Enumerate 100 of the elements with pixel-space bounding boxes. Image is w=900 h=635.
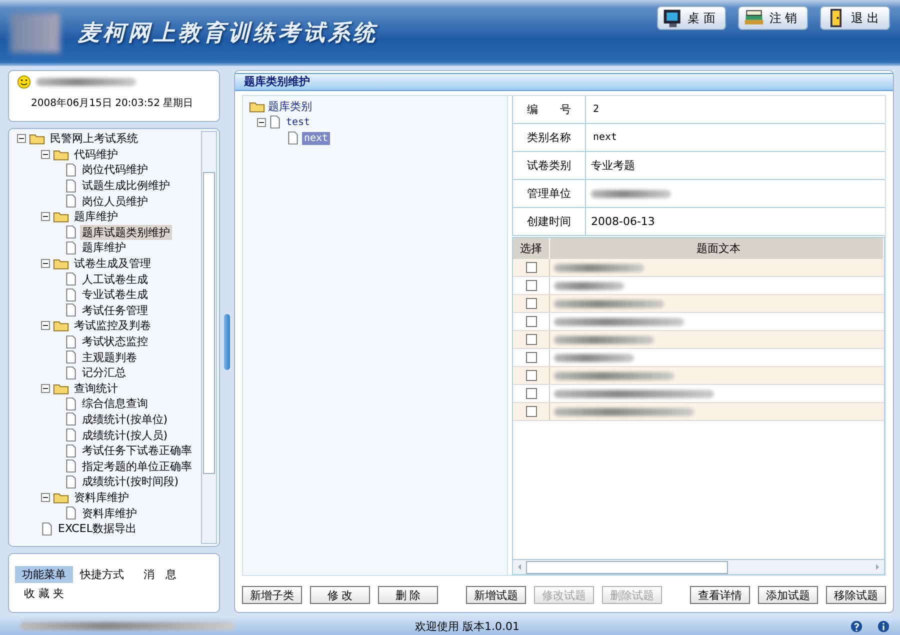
menu-tab[interactable]: 消 息: [131, 566, 189, 583]
document-icon: [65, 396, 77, 411]
scrollbar[interactable]: [513, 559, 884, 574]
field-label: 类别名称: [513, 124, 586, 151]
menu-item[interactable]: 资料库维护: [80, 506, 139, 521]
menu-item[interactable]: 综合信息查询: [80, 396, 150, 412]
menu-item[interactable]: 成绩统计(按时间段): [80, 474, 181, 490]
menu-item[interactable]: 记分汇总: [80, 365, 128, 380]
checkbox[interactable]: [526, 388, 536, 399]
tree-root[interactable]: 题库类别: [268, 98, 312, 114]
folder-icon: [249, 100, 265, 112]
app-title: 麦柯网上教育训练考试系统: [78, 20, 379, 48]
section-title: 题库类别维护: [235, 73, 893, 91]
collapse-icon[interactable]: [41, 150, 50, 159]
folder-icon: [53, 148, 69, 161]
action-button[interactable]: 添加试题: [758, 586, 818, 604]
menu-item[interactable]: 指定考题的单位正确率: [80, 458, 194, 474]
scrollbar[interactable]: [201, 131, 218, 544]
checkbox[interactable]: [526, 262, 536, 273]
document-icon: [65, 444, 77, 458]
menu-item[interactable]: 查询统计: [72, 380, 120, 396]
menu-item[interactable]: 主观题判卷: [80, 350, 139, 365]
menu-item[interactable]: 资料库维护: [72, 490, 131, 505]
document-icon: [65, 459, 77, 474]
field-label: 试卷类别: [513, 152, 586, 179]
checkbox[interactable]: [526, 370, 536, 381]
action-button[interactable]: 删 除: [378, 586, 438, 604]
menu-tab[interactable]: 收 藏 夹: [15, 585, 73, 602]
folder-icon: [53, 490, 69, 504]
document-icon: [65, 288, 77, 302]
document-icon: [287, 131, 299, 145]
info-icon[interactable]: [877, 620, 890, 632]
folder-icon: [53, 319, 69, 332]
action-button[interactable]: 新增子类: [242, 586, 302, 604]
collapse-icon[interactable]: [41, 321, 50, 330]
document-icon: [41, 522, 53, 536]
checkbox[interactable]: [526, 352, 536, 363]
collapse-icon[interactable]: [41, 212, 50, 222]
menu-item[interactable]: 民警网上考试系统: [48, 131, 140, 146]
menu-tab[interactable]: 功能菜单: [15, 566, 73, 583]
menu-item[interactable]: 考试监控及判卷: [72, 318, 153, 334]
checkbox[interactable]: [526, 280, 536, 291]
checkbox[interactable]: [526, 406, 536, 417]
field-label: 编 号: [513, 96, 586, 123]
document-icon: [269, 115, 281, 129]
menu-item[interactable]: EXCEL数据导出: [56, 521, 138, 536]
desktop-button[interactable]: 桌 面: [656, 6, 726, 30]
field-value: 专业考题: [591, 158, 635, 173]
action-button[interactable]: 查看详情: [690, 586, 750, 604]
folder-icon: [53, 210, 69, 224]
folder-icon: [53, 257, 69, 270]
menu-item[interactable]: 成绩统计(按人员): [80, 428, 170, 443]
menu-item[interactable]: 考试任务下试卷正确率: [80, 443, 194, 458]
document-icon: [65, 178, 77, 193]
smiley-icon: [17, 75, 31, 89]
document-icon: [65, 162, 77, 177]
menu-item[interactable]: 题库试题类别维护: [80, 224, 172, 240]
menu-tab[interactable]: 快捷方式: [73, 566, 131, 583]
document-icon: [65, 272, 77, 286]
document-icon: [65, 428, 77, 442]
menu-item[interactable]: 试题生成比例维护: [80, 178, 172, 194]
collapse-icon[interactable]: [17, 134, 26, 144]
document-icon: [65, 194, 77, 208]
folder-icon: [29, 132, 45, 146]
blurred-text: [554, 282, 624, 290]
menu-item[interactable]: 代码维护: [72, 146, 120, 162]
menu-item[interactable]: 岗位人员维护: [80, 194, 150, 209]
logout-button[interactable]: 注 销: [738, 6, 808, 30]
collapse-icon[interactable]: [41, 492, 50, 502]
menu-item[interactable]: 考试任务管理: [80, 302, 150, 318]
menu-item[interactable]: 题库维护: [80, 240, 128, 256]
datetime-text: 2008年06月15日 20:03:52 星期日: [30, 96, 194, 110]
menu-item[interactable]: 专业试卷生成: [80, 287, 150, 302]
menu-item[interactable]: 成绩统计(按单位): [80, 412, 170, 427]
collapse-icon[interactable]: [41, 384, 50, 393]
action-button[interactable]: 移除试题: [826, 586, 886, 604]
collapse-icon[interactable]: [257, 118, 266, 126]
menu-item[interactable]: 岗位代码维护: [80, 162, 150, 178]
document-icon: [65, 240, 77, 255]
action-button[interactable]: 修 改: [310, 586, 370, 604]
checkbox[interactable]: [526, 298, 536, 309]
field-label: 管理单位: [513, 180, 586, 207]
document-icon: [65, 350, 77, 364]
document-icon: [65, 225, 77, 240]
menu-item[interactable]: 考试状态监控: [80, 334, 150, 350]
menu-item[interactable]: 人工试卷生成: [80, 272, 150, 287]
folder-icon: [53, 382, 69, 395]
collapse-icon[interactable]: [41, 259, 50, 268]
document-icon: [65, 412, 77, 426]
action-button[interactable]: 新增试题: [466, 586, 526, 604]
document-icon: [65, 506, 77, 520]
document-icon: [65, 474, 77, 489]
menu-item[interactable]: 题库维护: [72, 209, 120, 224]
splitter-handle[interactable]: [224, 314, 230, 370]
exit-button[interactable]: 退 出: [820, 6, 890, 30]
menu-item[interactable]: 试卷生成及管理: [72, 256, 153, 272]
checkbox[interactable]: [526, 334, 536, 345]
checkbox[interactable]: [526, 316, 536, 327]
tree-item[interactable]: test: [284, 116, 312, 128]
help-icon[interactable]: [850, 620, 863, 632]
